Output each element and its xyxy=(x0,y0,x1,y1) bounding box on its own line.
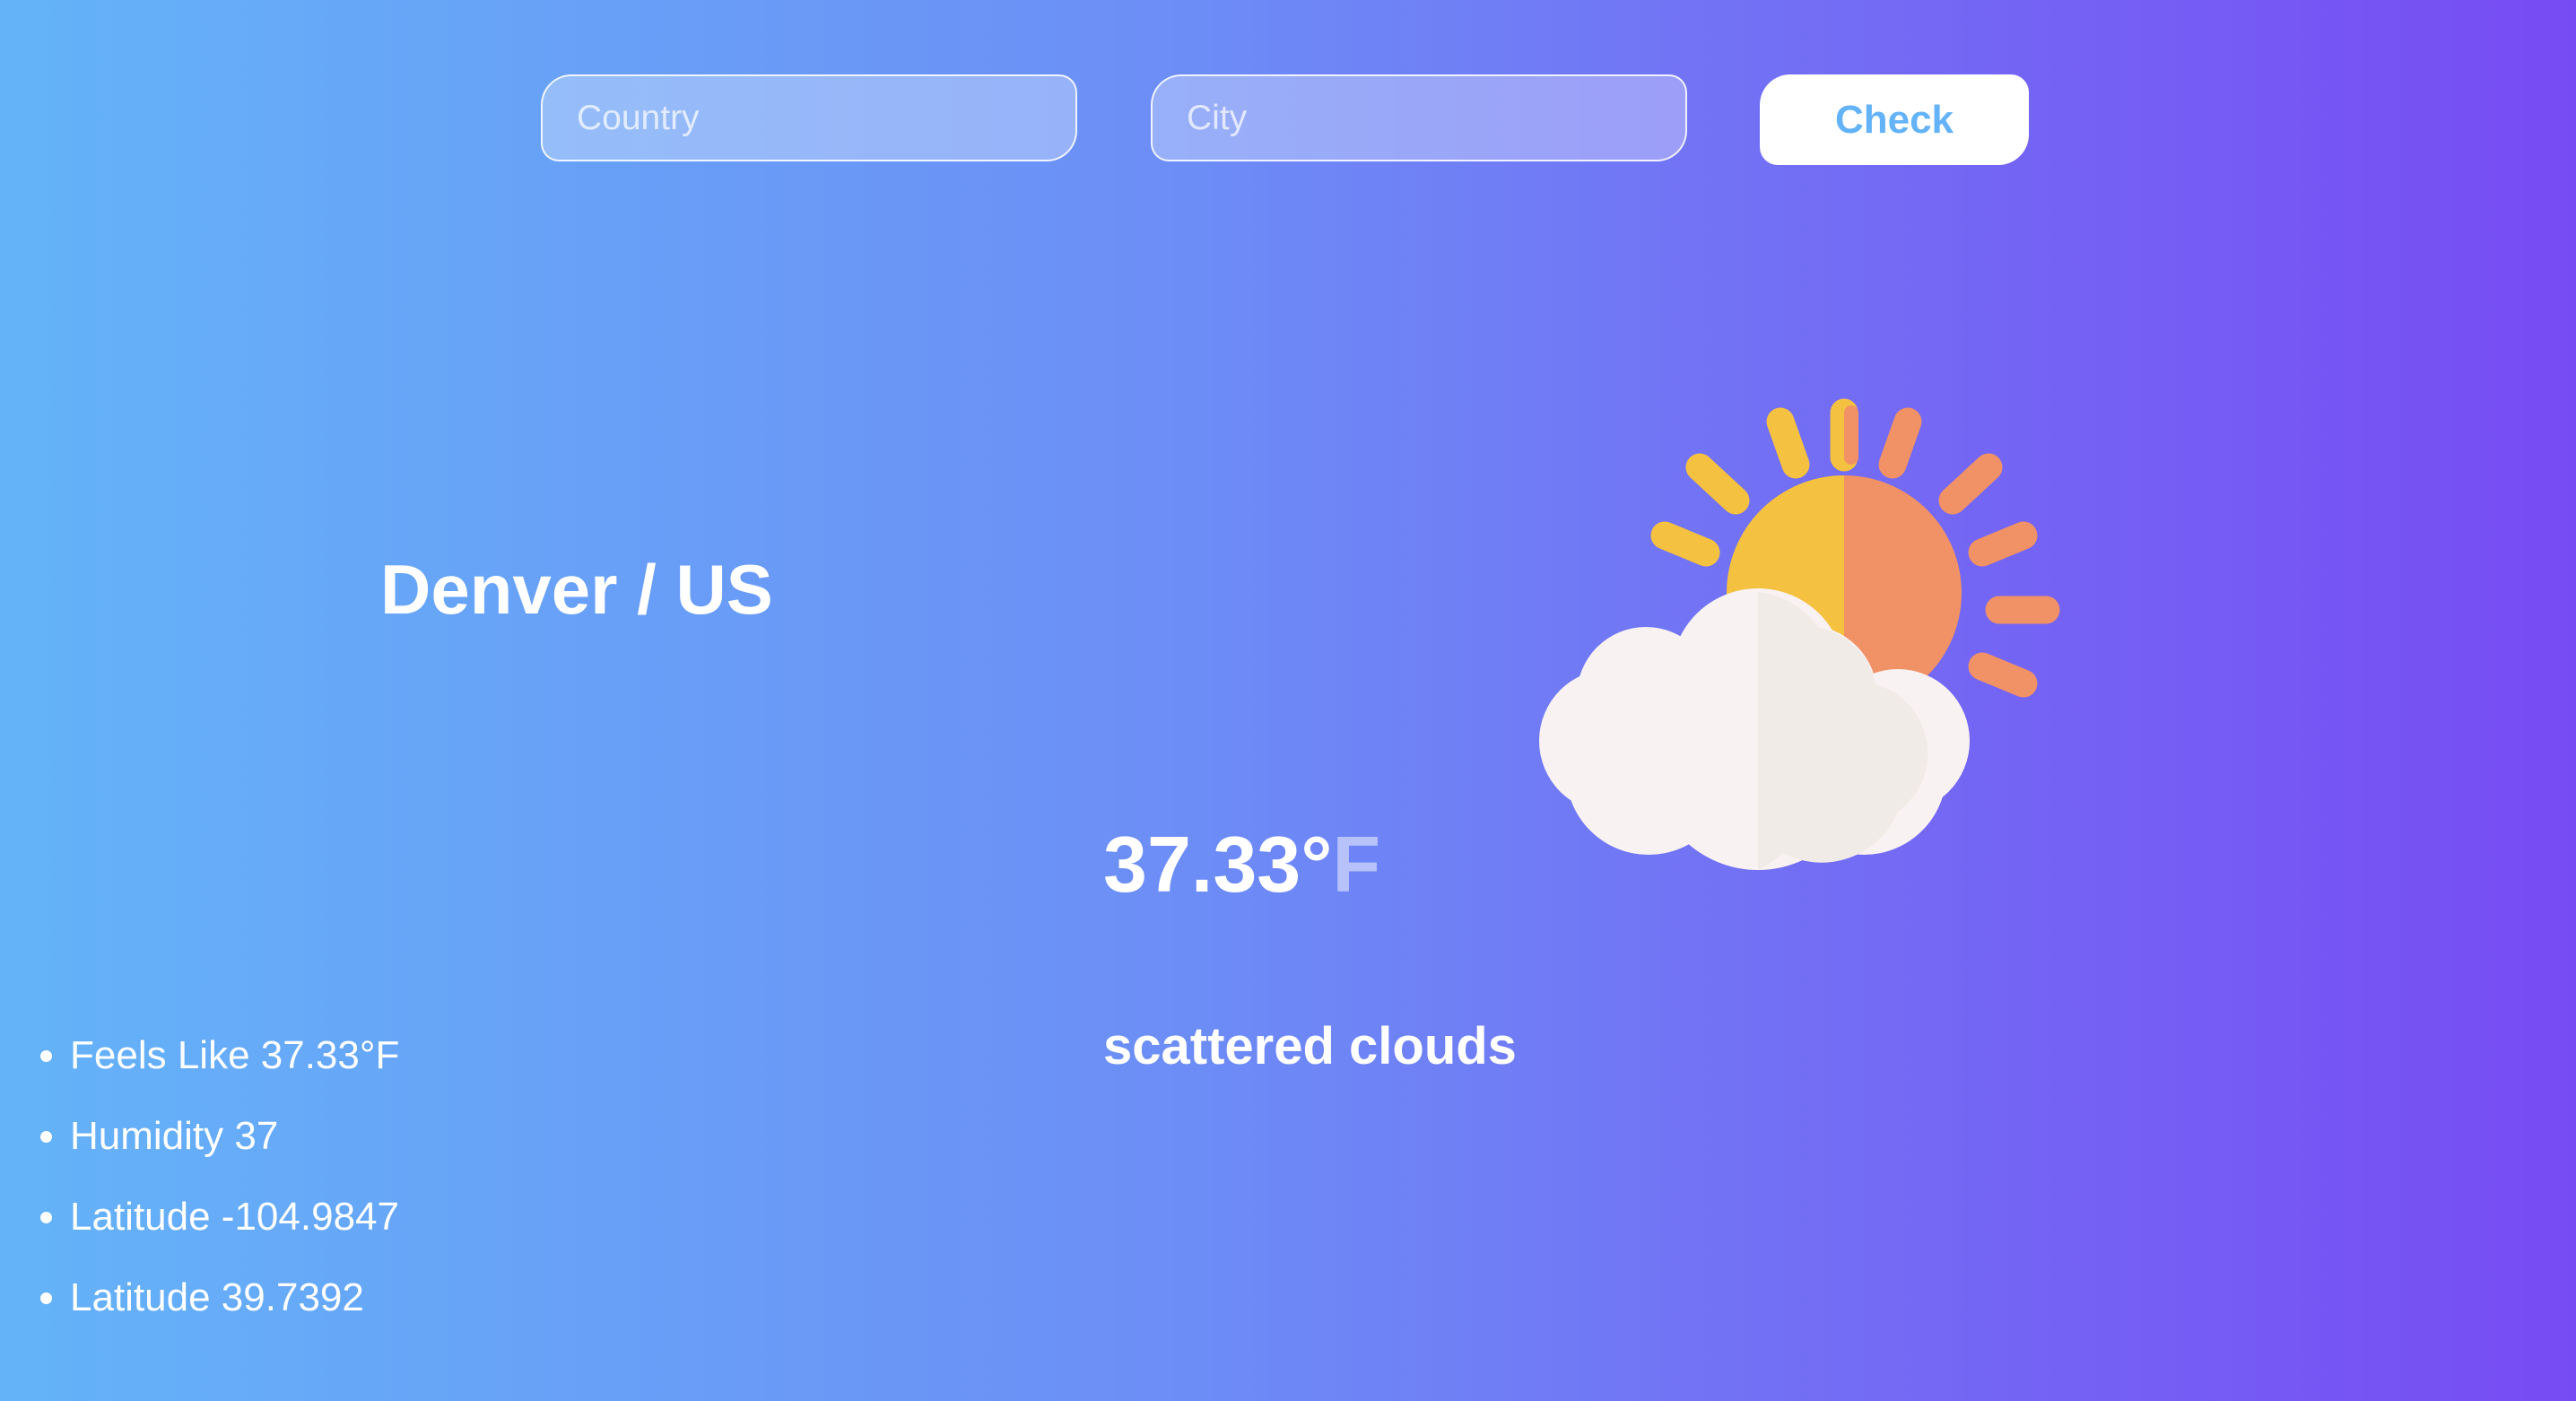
temperature-display: 37.33°F xyxy=(1103,825,1380,904)
latitude-item: Latitude 39.7392 xyxy=(70,1278,399,1359)
city-input[interactable] xyxy=(1151,74,1687,161)
partly-cloudy-sun-icon xyxy=(1516,393,2063,895)
weather-description: scattered clouds xyxy=(1103,1017,1517,1075)
temperature-unit: F xyxy=(1332,820,1381,909)
temperature-value: 37.33° xyxy=(1103,820,1333,909)
check-button[interactable]: Check xyxy=(1760,74,2029,165)
location-title: Denver / US xyxy=(380,550,773,629)
feels-like-item: Feels Like 37.33°F xyxy=(70,1036,399,1117)
humidity-item: Humidity 37 xyxy=(70,1117,399,1197)
longitude-item: Latitude -104.9847 xyxy=(70,1197,399,1278)
country-input[interactable] xyxy=(541,74,1077,161)
weather-details-list: Feels Like 37.33°F Humidity 37 Latitude … xyxy=(0,1036,399,1359)
search-bar: Check xyxy=(0,74,2576,165)
